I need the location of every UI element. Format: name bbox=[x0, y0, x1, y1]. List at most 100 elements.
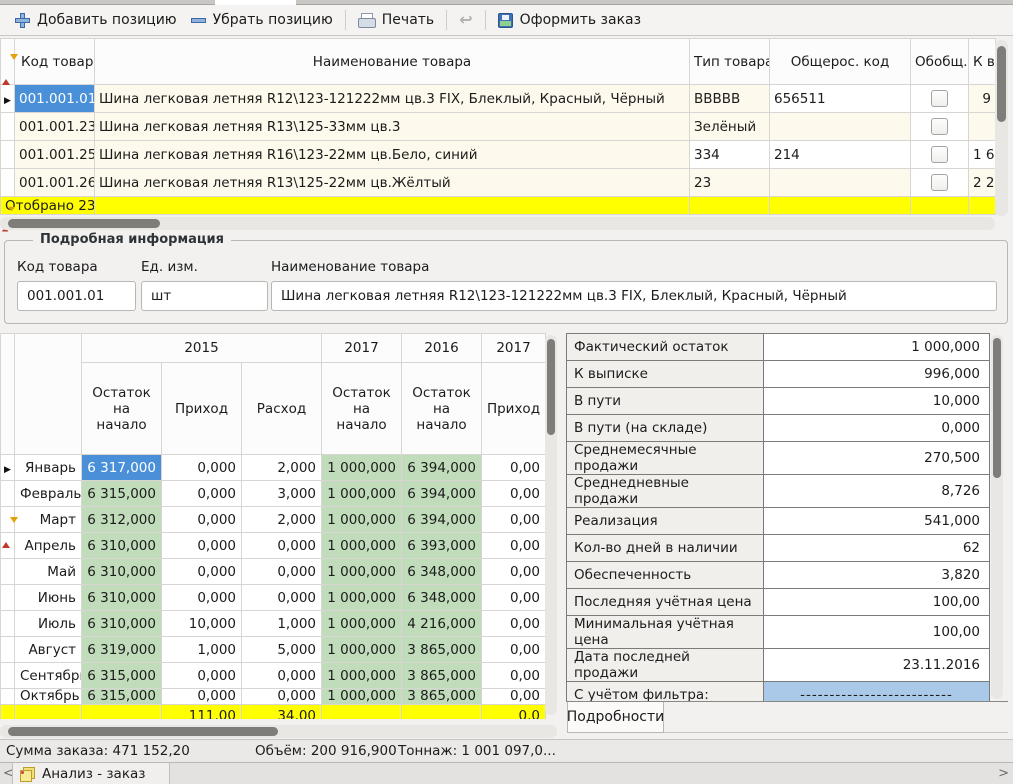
year-header[interactable]: 2016 bbox=[402, 334, 482, 363]
cell-natcode[interactable]: 214 bbox=[770, 141, 911, 169]
stat-value[interactable]: 0,000 bbox=[764, 415, 990, 442]
cell-natcode[interactable]: 656511 bbox=[770, 85, 911, 113]
cell[interactable]: 0,000 bbox=[162, 481, 242, 507]
cell-type[interactable]: 23 bbox=[690, 169, 770, 197]
month-name[interactable]: Июль bbox=[15, 611, 82, 637]
cell[interactable]: 6 310,000 bbox=[82, 533, 162, 559]
cell[interactable]: 0,000 bbox=[162, 585, 242, 611]
scrollbar-thumb[interactable] bbox=[993, 338, 1001, 478]
subcolumn-header[interactable]: Расход bbox=[242, 363, 322, 455]
month-name[interactable]: Июнь bbox=[15, 585, 82, 611]
cell[interactable]: 6 394,000 bbox=[402, 455, 482, 481]
month-name[interactable]: Апрель bbox=[15, 533, 82, 559]
print-button[interactable]: Печать bbox=[351, 9, 441, 31]
cell[interactable]: 1 000,000 bbox=[322, 663, 402, 689]
subcolumn-header[interactable]: Остаток на начало bbox=[322, 363, 402, 455]
cell[interactable]: 1 000,000 bbox=[322, 611, 402, 637]
add-position-button[interactable]: Добавить позицию bbox=[8, 9, 184, 31]
cell-code[interactable]: 001.001.25 bbox=[15, 141, 95, 169]
tab-analysis-order[interactable]: Анализ - заказ bbox=[12, 763, 170, 784]
cell-towrite[interactable]: 1 6 bbox=[969, 141, 996, 169]
checkbox[interactable] bbox=[931, 90, 948, 107]
stat-value[interactable]: 23.11.2016 bbox=[764, 649, 990, 682]
stats-vertical-scrollbar[interactable] bbox=[991, 335, 1003, 699]
cell[interactable]: 0,000 bbox=[242, 533, 322, 559]
cell-summary[interactable] bbox=[911, 113, 969, 141]
month-name[interactable]: Март bbox=[15, 507, 82, 533]
cell-code[interactable]: 001.001.26 bbox=[15, 169, 95, 197]
months-vertical-scrollbar[interactable] bbox=[545, 335, 557, 715]
cell[interactable]: 1 000,000 bbox=[322, 533, 402, 559]
cell-towrite[interactable]: 9 bbox=[969, 85, 996, 113]
cell[interactable]: 0,000 bbox=[162, 533, 242, 559]
tab-scroll-right[interactable]: > bbox=[998, 766, 1009, 781]
cell[interactable]: 6 348,000 bbox=[402, 585, 482, 611]
cell[interactable]: 1 000,000 bbox=[322, 559, 402, 585]
month-name[interactable]: Октябрь bbox=[15, 689, 82, 705]
code-field[interactable] bbox=[17, 281, 136, 311]
cell[interactable]: 0,000 bbox=[162, 559, 242, 585]
cell[interactable]: 5,000 bbox=[242, 637, 322, 663]
stat-value[interactable]: 10,000 bbox=[764, 388, 990, 415]
cell[interactable]: 1 000,000 bbox=[322, 689, 402, 705]
products-vertical-scrollbar[interactable] bbox=[995, 40, 1008, 216]
subcolumn-header[interactable]: Приход bbox=[482, 363, 546, 455]
scrollbar-thumb[interactable] bbox=[8, 727, 278, 736]
column-header-towrite[interactable]: К в bbox=[969, 39, 996, 85]
cell[interactable]: 1,000 bbox=[162, 637, 242, 663]
cell[interactable]: 6 394,000 bbox=[402, 481, 482, 507]
unit-field[interactable] bbox=[141, 281, 268, 311]
cell[interactable]: 3 865,000 bbox=[402, 663, 482, 689]
cell-towrite[interactable] bbox=[969, 113, 996, 141]
column-header-name[interactable]: Наименование товара bbox=[95, 39, 690, 85]
stat-value[interactable]: 270,500 bbox=[764, 442, 990, 475]
tab-details[interactable]: Подробности bbox=[567, 702, 664, 733]
name-field[interactable] bbox=[271, 281, 997, 311]
cell[interactable]: 0,000 bbox=[242, 559, 322, 585]
cell[interactable]: 6 319,000 bbox=[82, 637, 162, 663]
month-column-header[interactable] bbox=[15, 334, 82, 455]
subcolumn-header[interactable]: Остаток на начало bbox=[82, 363, 162, 455]
cell-type[interactable]: ВВВВВ bbox=[690, 85, 770, 113]
subcolumn-header[interactable]: Остаток на начало bbox=[402, 363, 482, 455]
undo-button[interactable]: ↩ bbox=[452, 10, 479, 30]
checkbox[interactable] bbox=[931, 118, 948, 135]
subcolumn-header[interactable]: Приход bbox=[162, 363, 242, 455]
cell[interactable]: 1 000,000 bbox=[322, 637, 402, 663]
checkbox[interactable] bbox=[931, 146, 948, 163]
cell-natcode[interactable] bbox=[770, 169, 911, 197]
cell[interactable]: 0,00 bbox=[482, 559, 546, 585]
cell[interactable]: 0,000 bbox=[242, 585, 322, 611]
cell[interactable]: 1,000 bbox=[242, 611, 322, 637]
year-header[interactable]: 2017 bbox=[322, 334, 402, 363]
stat-value-filtered[interactable]: -------------------------- bbox=[764, 682, 990, 702]
cell[interactable]: 0,00 bbox=[482, 455, 546, 481]
cell[interactable]: 0,00 bbox=[482, 663, 546, 689]
year-header[interactable]: 2017 bbox=[482, 334, 546, 363]
cell[interactable]: 6 315,000 bbox=[82, 663, 162, 689]
cell[interactable]: 0,00 bbox=[482, 533, 546, 559]
cell[interactable]: 6 348,000 bbox=[402, 559, 482, 585]
cell-code[interactable]: 001.001.01 bbox=[15, 85, 95, 113]
stat-value[interactable]: 3,820 bbox=[764, 562, 990, 589]
stat-value[interactable]: 996,000 bbox=[764, 361, 990, 388]
stat-value[interactable]: 541,000 bbox=[764, 508, 990, 535]
months-horizontal-scrollbar[interactable] bbox=[0, 725, 557, 738]
remove-position-button[interactable]: Убрать позицию bbox=[184, 9, 340, 31]
cell[interactable]: 10,000 bbox=[162, 611, 242, 637]
checkbox[interactable] bbox=[931, 174, 948, 191]
stat-value[interactable]: 1 000,000 bbox=[764, 334, 990, 361]
cell[interactable]: 2,000 bbox=[242, 507, 322, 533]
cell[interactable]: 4 216,000 bbox=[402, 611, 482, 637]
cell-type[interactable]: 334 bbox=[690, 141, 770, 169]
scrollbar-thumb[interactable] bbox=[547, 339, 555, 435]
month-name[interactable]: Февраль bbox=[15, 481, 82, 507]
cell[interactable]: 0,00 bbox=[482, 507, 546, 533]
cell-code[interactable]: 001.001.23 bbox=[15, 113, 95, 141]
cell[interactable]: 6 315,000 bbox=[82, 689, 162, 705]
cell-summary[interactable] bbox=[911, 85, 969, 113]
stat-value[interactable]: 8,726 bbox=[764, 475, 990, 508]
column-header-type[interactable]: Тип товара bbox=[690, 39, 770, 85]
cell[interactable]: 6 394,000 bbox=[402, 507, 482, 533]
cell[interactable]: 2,000 bbox=[242, 455, 322, 481]
